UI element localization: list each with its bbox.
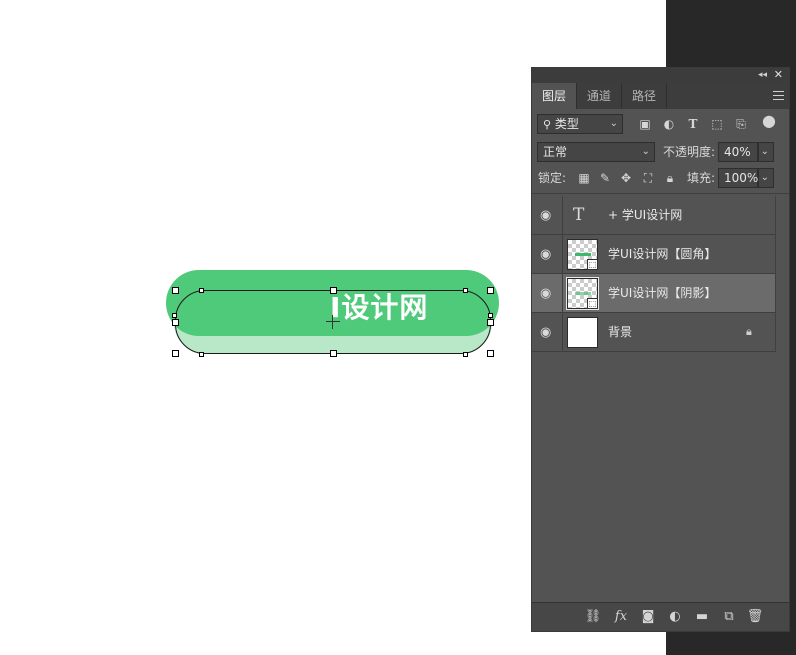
eye-icon[interactable]: ◉ xyxy=(540,326,554,340)
fill-value: 100% xyxy=(724,171,759,185)
chevron-down-icon: ⌄ xyxy=(760,146,769,157)
anchor-point-top-right[interactable] xyxy=(463,288,468,293)
divider xyxy=(562,196,563,235)
lock-row: 锁定: ▦ ✎ ✥ ⛶ 🔒︎ 填充: 100% ⌄ xyxy=(532,166,789,193)
tab-layers[interactable]: 图层 xyxy=(532,83,578,109)
thumbnail-shape xyxy=(575,253,591,256)
close-panel-icon[interactable]: ✕ xyxy=(774,68,783,82)
opacity-input[interactable]: 40% xyxy=(718,142,758,162)
panel-menu-icon[interactable] xyxy=(773,91,784,100)
folder-icon[interactable]: ▬ xyxy=(693,608,711,626)
panel-title-bar[interactable]: ◂◂ ✕ xyxy=(532,68,789,83)
transform-handle-top-right[interactable] xyxy=(487,287,494,294)
anchor-point-bottom-right[interactable] xyxy=(463,352,468,357)
transform-handle-bottom-right[interactable] xyxy=(487,350,494,357)
layers-bottom-toolbar: ⛓ fx ◙ ◐ ▬ ⧉ 🗑︎ xyxy=(532,602,789,631)
lock-position-icon[interactable]: ✥ xyxy=(619,171,633,185)
anchor-point-right-upper[interactable] xyxy=(488,313,493,318)
text-filter-icon[interactable]: T xyxy=(686,117,700,131)
layer-thumbnail[interactable] xyxy=(567,317,598,348)
layers-panel: ◂◂ ✕ 图层 通道 路径 ⚲ 类型 ⌄ ▣ ◐ T ⬚ ⎘ ● 正常 ⌄ 不透… xyxy=(531,67,790,632)
fill-input[interactable]: 100% xyxy=(718,168,758,188)
layer-thumbnail[interactable]: ⬚ xyxy=(567,239,598,270)
fx-icon[interactable]: fx xyxy=(612,608,630,626)
lock-paint-icon[interactable]: ✎ xyxy=(598,171,612,185)
shape-filter-icon[interactable]: ⬚ xyxy=(710,117,724,131)
eye-icon[interactable]: ◉ xyxy=(540,209,554,223)
tab-channels[interactable]: 通道 xyxy=(577,83,623,109)
tab-paths[interactable]: 路径 xyxy=(622,83,668,109)
mask-icon[interactable]: ◙ xyxy=(639,608,657,626)
adjustment-icon[interactable]: ◐ xyxy=(662,117,676,131)
opacity-value: 40% xyxy=(724,145,751,159)
thumbnail-shape xyxy=(575,292,591,295)
layer-row-text[interactable]: ◉ T + 学UI设计网 xyxy=(532,196,775,235)
transform-center-crosshair-icon[interactable] xyxy=(326,315,340,329)
filter-kind-label: 类型 xyxy=(554,117,579,131)
lock-all-icon[interactable]: 🔒︎ xyxy=(663,171,677,185)
layer-row-shadow[interactable]: ◉ ⬚ 学UI设计网【阴影】 xyxy=(532,274,775,313)
text-layer-icon: T xyxy=(573,205,585,225)
layer-thumbnail[interactable]: ⬚ xyxy=(566,277,599,310)
link-icon[interactable]: ⛓ xyxy=(584,608,602,626)
trash-icon[interactable]: 🗑︎ xyxy=(746,608,764,626)
divider xyxy=(562,235,563,274)
collapse-panel-icon[interactable]: ◂◂ xyxy=(758,69,767,81)
divider xyxy=(562,274,563,313)
panel-tabs: 图层 通道 路径 xyxy=(532,83,789,109)
lock-label: 锁定: xyxy=(538,171,567,185)
layer-name[interactable]: 背景 xyxy=(608,313,632,352)
image-icon[interactable]: ▣ xyxy=(638,117,652,131)
transform-handle-middle-right[interactable] xyxy=(487,319,494,326)
layer-filter-row: ⚲ 类型 ⌄ ▣ ◐ T ⬚ ⎘ ● xyxy=(532,109,789,139)
layer-row-rounded[interactable]: ◉ ⬚ 学UI设计网【圆角】 xyxy=(532,235,775,274)
lock-icon: 🔒︎ xyxy=(746,325,752,338)
layer-row-background[interactable]: ◉ 背景 🔒︎ xyxy=(532,313,775,352)
eye-icon[interactable]: ◉ xyxy=(540,248,554,262)
eye-icon[interactable]: ◉ xyxy=(540,287,554,301)
layer-name[interactable]: 学UI设计网【阴影】 xyxy=(608,274,716,313)
adjustment-layer-icon[interactable]: ◐ xyxy=(666,608,684,626)
layers-scrollbar[interactable] xyxy=(775,196,789,352)
transform-handle-top-left[interactable] xyxy=(172,287,179,294)
layers-list: ◉ T + 学UI设计网 ◉ ⬚ 学UI设计网【圆角】 ◉ ⬚ 学UI设计网【阴… xyxy=(532,196,789,352)
shape-layer-badge-icon: ⬚ xyxy=(587,259,598,270)
anchor-point-top-left[interactable] xyxy=(199,288,204,293)
fill-label: 填充: xyxy=(687,171,716,185)
opacity-dropdown-button[interactable]: ⌄ xyxy=(758,142,774,162)
lock-artboard-icon[interactable]: ⛶ xyxy=(641,171,655,185)
opacity-label: 不透明度: xyxy=(663,145,716,159)
chevron-down-icon: ⌄ xyxy=(609,118,618,129)
document-canvas[interactable]: I设计网 xyxy=(0,0,530,655)
layer-name[interactable]: 学UI设计网【圆角】 xyxy=(608,235,716,274)
divider xyxy=(562,313,563,352)
shape-layer-badge-icon: ⬚ xyxy=(587,298,598,309)
filter-toggle-icon[interactable]: ● xyxy=(762,113,776,134)
smart-object-icon[interactable]: ⎘ xyxy=(734,117,748,131)
filter-kind-select[interactable]: ⚲ 类型 ⌄ xyxy=(537,114,623,134)
transform-handle-bottom-left[interactable] xyxy=(172,350,179,357)
transform-handle-top-center[interactable] xyxy=(330,287,337,294)
fill-dropdown-button[interactable]: ⌄ xyxy=(758,168,774,188)
lock-transparent-icon[interactable]: ▦ xyxy=(577,171,591,185)
transform-handle-bottom-center[interactable] xyxy=(330,350,337,357)
layer-name[interactable]: + 学UI设计网 xyxy=(608,196,682,235)
anchor-point-left-upper[interactable] xyxy=(172,313,177,318)
blend-mode-select[interactable]: 正常 ⌄ xyxy=(537,142,655,162)
transform-handle-middle-left[interactable] xyxy=(172,319,179,326)
divider xyxy=(532,193,789,194)
blend-row: 正常 ⌄ 不透明度: 40% ⌄ xyxy=(532,139,789,166)
search-icon: ⚲ xyxy=(543,118,552,131)
blend-mode-value: 正常 xyxy=(543,145,568,159)
new-layer-icon[interactable]: ⧉ xyxy=(720,608,738,626)
chevron-down-icon: ⌄ xyxy=(760,172,769,183)
chevron-down-icon: ⌄ xyxy=(641,146,650,157)
anchor-point-bottom-left[interactable] xyxy=(199,352,204,357)
